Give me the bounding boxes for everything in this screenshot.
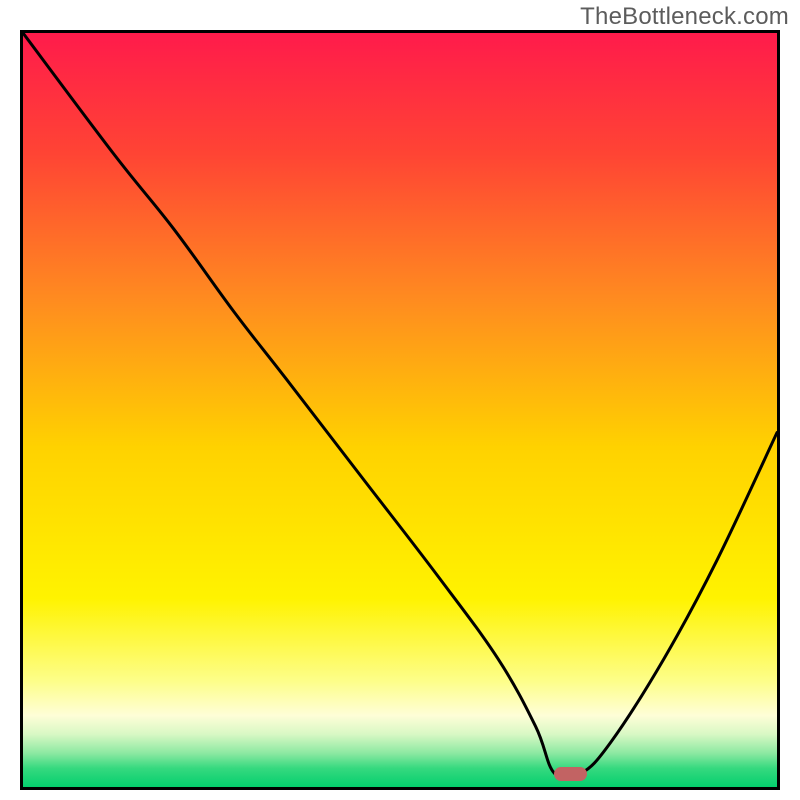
- curve-path: [23, 33, 777, 779]
- watermark-text: TheBottleneck.com: [580, 3, 789, 31]
- chart-container: TheBottleneck.com: [0, 0, 800, 800]
- optimum-marker: [554, 767, 587, 781]
- plot-frame: [20, 30, 780, 790]
- bottleneck-curve: [23, 33, 777, 787]
